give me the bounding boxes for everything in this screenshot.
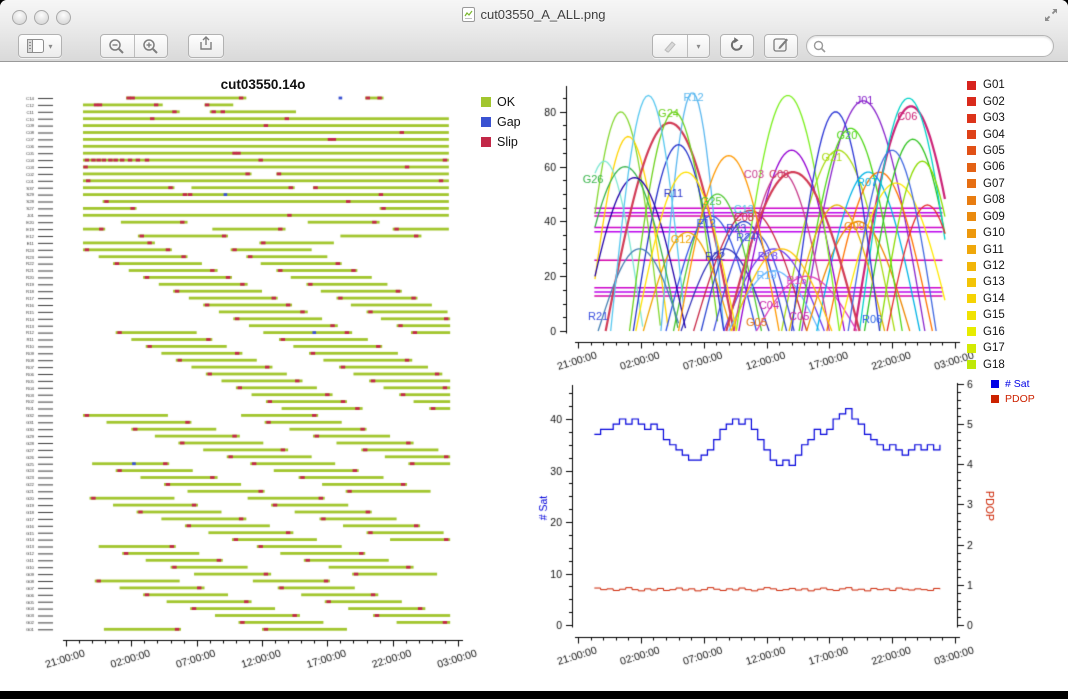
legend-label: G01 (983, 79, 1005, 91)
left-chart-title: cut03550.14o (143, 77, 383, 92)
legend-item: G14 (967, 291, 1005, 307)
legend-item: G08 (967, 192, 1005, 208)
legend-swatch (967, 262, 976, 271)
legend-swatch (967, 163, 976, 172)
legend-swatch (967, 179, 976, 188)
rotate-left-button[interactable] (720, 34, 754, 58)
chevron-down-icon: ▾ (48, 42, 52, 51)
legend-label: G04 (983, 129, 1005, 141)
search-field[interactable] (806, 35, 1054, 57)
legend-item: G11 (967, 241, 1005, 257)
zoom-out-button[interactable] (101, 35, 135, 57)
legend-label: G16 (983, 326, 1005, 338)
share-icon (198, 36, 214, 57)
legend-label: G11 (983, 244, 1004, 256)
legend-item: G01 (967, 77, 1005, 93)
legend-swatch (967, 360, 976, 369)
legend-label: G15 (983, 309, 1005, 321)
legend-item: G12 (967, 258, 1005, 274)
legend-swatch (967, 311, 976, 320)
zoom-in-button[interactable] (135, 35, 168, 57)
legend-swatch (967, 344, 976, 353)
legend-label: OK (497, 95, 515, 109)
search-input[interactable] (830, 38, 1032, 54)
legend-label: G07 (983, 178, 1005, 190)
screen: { "window": {"title": "cut03550_A_ALL.pn… (0, 0, 1068, 699)
legend-item: G02 (967, 93, 1005, 109)
legend-swatch (967, 278, 976, 287)
legend-label: G03 (983, 112, 1005, 124)
marker-button[interactable]: ▾ (652, 34, 710, 58)
legend-item: G13 (967, 274, 1005, 290)
legend-item: G05 (967, 143, 1005, 159)
legend-swatch (481, 137, 491, 147)
window-title-text: cut03550_A_ALL.png (480, 7, 605, 22)
gps-satellite-legend: G01 G02 G03 G04 G05 G06 G07 G08 G09 G10 G11 G12 G13 G… (967, 77, 1005, 373)
legend-swatch (967, 294, 976, 303)
legend-label: G10 (983, 227, 1005, 239)
legend-swatch (967, 327, 976, 336)
legend-item: PDOP (991, 391, 1035, 406)
sidebar-icon (27, 39, 44, 53)
legend-item: G18 (967, 356, 1005, 372)
legend-swatch (967, 130, 976, 139)
document-canvas (0, 0, 1068, 691)
nsat-pdop-legend: # Sat PDOP (991, 376, 1035, 406)
legend-label: G09 (983, 211, 1005, 223)
legend-label: G06 (983, 161, 1005, 173)
legend-item: G15 (967, 307, 1005, 323)
marker-chevron-icon[interactable]: ▾ (688, 35, 709, 57)
legend-swatch (967, 114, 976, 123)
legend-swatch (991, 395, 999, 403)
legend-swatch (967, 81, 976, 90)
legend-item: G03 (967, 110, 1005, 126)
legend-label: G12 (983, 260, 1005, 272)
legend-label: Slip (497, 135, 518, 149)
legend-label: Gap (497, 115, 521, 129)
legend-label: G17 (983, 342, 1005, 354)
legend-label: G05 (983, 145, 1005, 157)
legend-label: G02 (983, 96, 1005, 108)
legend-swatch (967, 196, 976, 205)
legend-item: G17 (967, 340, 1005, 356)
window-title: cut03550_A_ALL.png (0, 7, 1068, 25)
legend-item: G06 (967, 159, 1005, 175)
legend-swatch (481, 97, 491, 107)
legend-item: OK (481, 92, 521, 112)
preview-window: cut03550_A_ALL.png ▾ (0, 0, 1068, 691)
document-icon (462, 7, 475, 25)
legend-swatch (967, 245, 976, 254)
legend-item: G04 (967, 126, 1005, 142)
legend-swatch (967, 212, 976, 221)
legend-swatch (967, 229, 976, 238)
edit-markup-button[interactable] (764, 34, 798, 58)
legend-label: G08 (983, 194, 1005, 206)
legend-item: G09 (967, 209, 1005, 225)
availability-legend: OK Gap Slip (481, 92, 521, 152)
share-button[interactable] (188, 34, 224, 58)
legend-swatch (967, 97, 976, 106)
legend-label: G13 (983, 276, 1005, 288)
legend-label: # Sat (1005, 378, 1030, 390)
fullscreen-icon[interactable] (1044, 8, 1058, 27)
legend-item: # Sat (991, 376, 1035, 391)
legend-label: G14 (983, 293, 1005, 305)
search-icon (813, 40, 826, 53)
legend-item: Gap (481, 112, 521, 132)
legend-swatch (991, 380, 999, 388)
sidebar-toggle-button[interactable]: ▾ (18, 34, 62, 58)
legend-swatch (481, 117, 491, 127)
legend-item: G07 (967, 176, 1005, 192)
legend-swatch (967, 146, 976, 155)
legend-item: G16 (967, 324, 1005, 340)
legend-label: G18 (983, 359, 1005, 371)
legend-item: Slip (481, 132, 521, 152)
legend-item: G10 (967, 225, 1005, 241)
marker-icon (653, 35, 688, 57)
legend-label: PDOP (1005, 393, 1035, 405)
zoom-control (100, 34, 168, 58)
pencil-icon (773, 36, 789, 57)
rotate-left-icon (729, 36, 745, 57)
